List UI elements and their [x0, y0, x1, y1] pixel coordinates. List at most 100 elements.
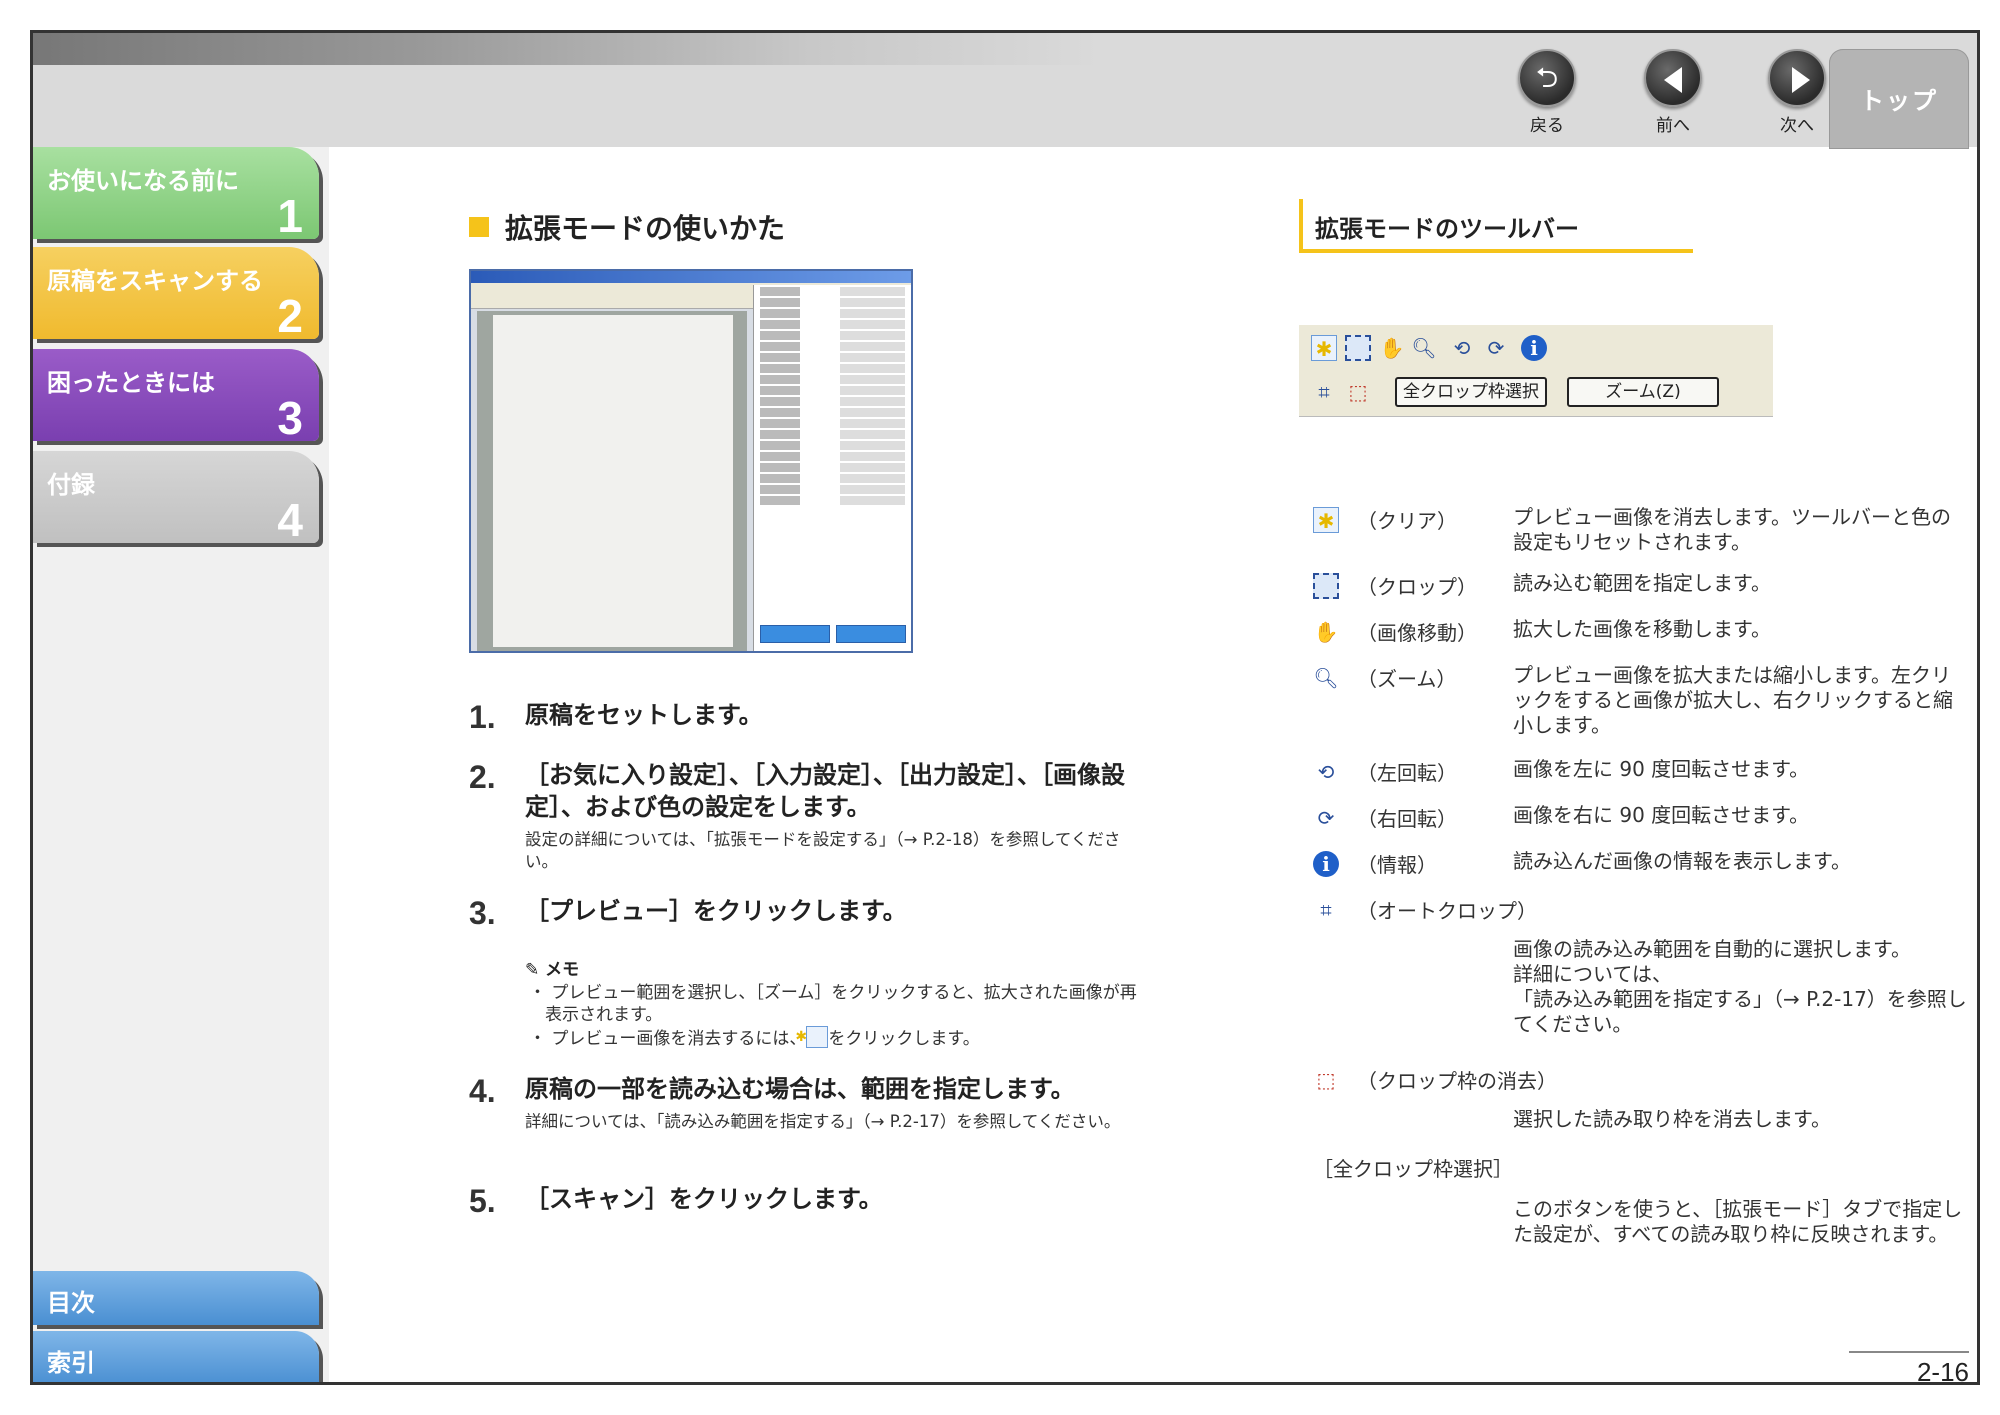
- main-content: 拡張モードの使いかた 1. 原稿をセットします。 2. ［お気に入り設定］、［入…: [329, 147, 1977, 1382]
- item-desc-line-2: 詳細については、: [1513, 962, 1672, 986]
- move-image-icon: ✋: [1313, 620, 1339, 644]
- item-desc: プレビュー画像を拡大または縮小します。左クリックをすると画像が拡大し、右クリック…: [1513, 663, 1953, 737]
- index-button[interactable]: 索引: [33, 1331, 319, 1382]
- section-title-text: 拡張モードの使いかた: [505, 212, 786, 245]
- back-arrow-icon: ⮌: [1518, 49, 1576, 107]
- screenshot-preview-area: [477, 311, 747, 651]
- chapter-number: 1: [277, 190, 303, 242]
- toolbar-item-all-crop: ［全クロップ枠選択］ このボタンを使うと、［拡張モード］タブで指定した設定が、す…: [1313, 1153, 1977, 1273]
- crop-icon[interactable]: [1345, 335, 1371, 361]
- item-desc-line-3: 「読み込み範囲を指定する」（→ P.2-17）を参照してください。: [1513, 987, 1967, 1036]
- toolbar-section-title: 拡張モードのツールバー: [1299, 199, 1693, 253]
- auto-crop-icon[interactable]: ⌗: [1311, 379, 1337, 405]
- zoom-icon[interactable]: 🔍︎: [1411, 335, 1437, 361]
- prev-label: 前へ: [1656, 116, 1690, 136]
- pencil-icon: ✎: [525, 960, 546, 980]
- step-heading: ［スキャン］をクリックします。: [525, 1185, 883, 1213]
- top-tab-label: トップ: [1860, 87, 1938, 115]
- item-name: ［全クロップ枠選択］: [1313, 1157, 1513, 1181]
- all-crop-select-button[interactable]: 全クロップ枠選択: [1395, 377, 1547, 407]
- chapter-title: お使いになる前に: [47, 167, 239, 195]
- zoom-button[interactable]: ズーム(Z): [1567, 377, 1719, 407]
- step-number: 3.: [469, 895, 496, 931]
- memo-title-text: メモ: [545, 960, 580, 980]
- info-icon[interactable]: i: [1521, 335, 1547, 361]
- step-heading: ［お気に入り設定］、［入力設定］、［出力設定］、［画像設定］、および色の設定をし…: [525, 761, 1125, 821]
- sidebar-chapter-4[interactable]: 付録 4: [33, 451, 319, 546]
- memo-item-2-text-b: をクリックします。: [828, 1029, 980, 1049]
- delete-crop-icon: ⬚: [1316, 1068, 1336, 1092]
- step-2: 2. ［お気に入り設定］、［入力設定］、［出力設定］、［画像設定］、および色の設…: [469, 759, 1155, 873]
- chapter-number: 2: [277, 290, 303, 342]
- step-heading: 原稿をセットします。: [525, 701, 763, 729]
- next-label: 次へ: [1780, 116, 1814, 136]
- zoom-icon: 🔍︎: [1313, 666, 1339, 690]
- clear-icon: ✱: [1313, 507, 1339, 533]
- item-desc: プレビュー画像を消去します。ツールバーと色の設定もリセットされます。: [1513, 505, 1951, 554]
- item-desc: 画像を右に 90 度回転させます。: [1513, 803, 1810, 827]
- item-desc: 読み込む範囲を指定します。: [1513, 571, 1771, 595]
- item-name: （クロップ）: [1357, 575, 1477, 599]
- toc-label: 目次: [47, 1289, 95, 1317]
- item-desc: このボタンを使うと、［拡張モード］タブで指定した設定が、すべての読み取り枠に反映…: [1513, 1197, 1963, 1246]
- memo-item-2: ・ プレビュー画像を消去するには、 をクリックします。: [525, 1026, 1145, 1050]
- toc-button[interactable]: 目次: [33, 1271, 319, 1325]
- step-5: 5. ［スキャン］をクリックします。: [469, 1183, 1155, 1219]
- triangle-right-icon: [1768, 49, 1826, 107]
- step-detail: 設定の詳細については、「拡張モードを設定する」（→ P.2-18）を参照してくだ…: [525, 830, 1121, 871]
- rotate-left-icon[interactable]: ⟲: [1449, 335, 1475, 361]
- yellow-square-icon: [469, 217, 489, 237]
- clear-icon[interactable]: ✱: [1311, 335, 1337, 361]
- info-icon: i: [1313, 851, 1339, 877]
- toolbar-item-autocrop: ⌗ （オートクロップ） 画像の読み込み範囲を自動的に選択します。 詳細については…: [1313, 895, 1977, 1045]
- item-name: （オートクロップ）: [1357, 899, 1537, 923]
- screenshot-settings-panel: [753, 285, 911, 651]
- section-title: 拡張モードの使いかた: [469, 207, 785, 247]
- rotate-left-icon: ⟲: [1317, 760, 1335, 784]
- header-bar: ⮌ 戻る 前へ 次へ トップ: [33, 33, 1977, 149]
- sidebar-chapter-1[interactable]: お使いになる前に 1: [33, 147, 319, 242]
- scangear-screenshot: [469, 269, 913, 653]
- auto-crop-icon: ⌗: [1320, 898, 1332, 922]
- item-desc: 拡大した画像を移動します。: [1513, 617, 1771, 641]
- item-name: （ズーム）: [1357, 667, 1457, 691]
- chapter-title: 困ったときには: [47, 369, 215, 397]
- memo-item-1: ・ プレビュー範囲を選択し、［ズーム］をクリックすると、拡大された画像が再表示さ…: [529, 983, 1137, 1025]
- back-button[interactable]: ⮌ 戻る: [1507, 49, 1587, 136]
- step-heading: 原稿の一部を読み込む場合は、範囲を指定します。: [525, 1075, 1075, 1103]
- item-name: （右回転）: [1357, 807, 1457, 831]
- triangle-left-icon: [1644, 49, 1702, 107]
- item-desc: 選択した読み取り枠を消去します。: [1513, 1107, 1831, 1131]
- item-desc: 読み込んだ画像の情報を表示します。: [1513, 849, 1851, 873]
- chapter-title: 付録: [47, 471, 95, 499]
- page-frame: ⮌ 戻る 前へ 次へ トップ お使いになる前に 1 原稿をスキャンする 2 困っ…: [30, 30, 1980, 1385]
- move-image-icon[interactable]: ✋: [1379, 335, 1405, 361]
- item-name: （左回転）: [1357, 761, 1457, 785]
- next-button[interactable]: 次へ: [1757, 49, 1837, 136]
- item-name: （情報）: [1357, 853, 1437, 877]
- step-detail: 詳細については、「読み込み範囲を指定する」（→ P.2-17）を参照してください…: [525, 1112, 1121, 1131]
- rotate-right-icon[interactable]: ⟳: [1483, 335, 1509, 361]
- index-label: 索引: [47, 1349, 95, 1377]
- rotate-right-icon: ⟳: [1317, 806, 1335, 830]
- item-desc: 画像を左に 90 度回転させます。: [1513, 757, 1810, 781]
- chapter-title: 原稿をスキャンする: [47, 267, 263, 295]
- delete-crop-icon[interactable]: ⬚: [1345, 379, 1371, 405]
- step-number: 4.: [469, 1073, 496, 1109]
- advanced-mode-toolbar: ✱ ✋ 🔍︎ ⟲ ⟳ i ⌗ ⬚ 全クロップ枠選択 ズーム(Z): [1299, 325, 1773, 417]
- sidebar: お使いになる前に 1 原稿をスキャンする 2 困ったときには 3 付録 4 目次…: [33, 147, 329, 1382]
- page-number: 2-16: [1849, 1351, 1969, 1382]
- top-tab[interactable]: トップ: [1829, 49, 1969, 149]
- toolbar-item-delete-crop: ⬚ （クロップ枠の消去） 選択した読み取り枠を消去します。: [1313, 1065, 1977, 1145]
- step-1: 1. 原稿をセットします。: [469, 699, 1155, 735]
- prev-button[interactable]: 前へ: [1633, 49, 1713, 136]
- chapter-number: 4: [277, 494, 303, 546]
- sidebar-chapter-2[interactable]: 原稿をスキャンする 2: [33, 247, 319, 342]
- back-label: 戻る: [1530, 116, 1564, 136]
- step-number: 2.: [469, 759, 496, 795]
- sidebar-chapter-3[interactable]: 困ったときには 3: [33, 349, 319, 444]
- screenshot-titlebar: [471, 271, 911, 283]
- chapter-number: 3: [277, 392, 303, 444]
- item-name: （画像移動）: [1357, 621, 1477, 645]
- item-desc-line-1: 画像の読み込み範囲を自動的に選択します。: [1513, 937, 1911, 961]
